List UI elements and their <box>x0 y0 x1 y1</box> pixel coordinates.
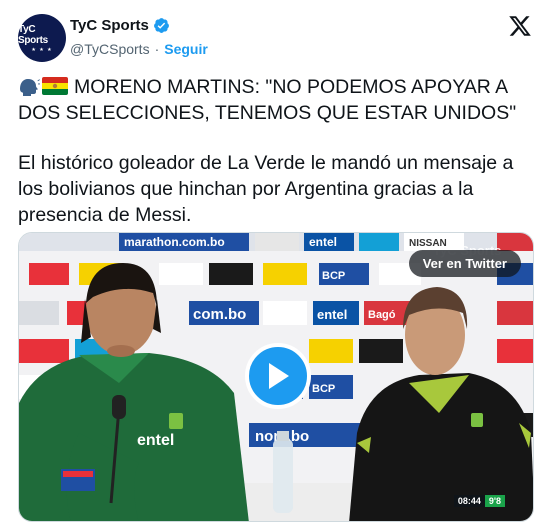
account-handle[interactable]: @TyCSports <box>70 41 150 57</box>
play-icon <box>269 363 289 389</box>
svg-text:entel: entel <box>137 432 174 449</box>
play-button[interactable] <box>245 343 311 409</box>
watch-on-twitter-button[interactable]: Ver en Twitter <box>408 250 521 277</box>
bottom-graphic <box>61 469 95 491</box>
account-name-row: TyC Sports <box>70 17 170 34</box>
x-logo-icon[interactable] <box>508 14 532 38</box>
avatar-stars: ★ ★ ★ <box>31 46 53 53</box>
match-score: 9'8 <box>484 495 505 507</box>
score-badge: 08:44 9'8 <box>453 495 505 507</box>
account-name[interactable]: TyC Sports <box>70 17 149 34</box>
post-headline: MORENO MARTINS: "NO PODEMOS APOYAR A DOS… <box>18 74 533 126</box>
post-body: El histórico goleador de La Verde le man… <box>18 152 514 226</box>
headline-text: MORENO MARTINS: "NO PODEMOS APOYAR A DOS… <box>18 76 517 124</box>
handle-row: @TyCSports · Seguir <box>70 41 208 57</box>
follow-button[interactable]: Seguir <box>164 41 208 57</box>
bolivia-flag-icon <box>42 77 68 95</box>
svg-text:Bagó: Bagó <box>368 309 396 321</box>
avatar-logo-text: TyC Sports <box>18 23 48 46</box>
video-player[interactable]: marathon.com.bo entel NISSAN BCP com.bo … <box>18 232 534 522</box>
svg-text:BCP: BCP <box>322 270 345 282</box>
svg-text:entel: entel <box>317 307 347 322</box>
svg-text:entel: entel <box>309 235 337 249</box>
tweet-card: TyC Sports ★ ★ ★ TyC Sports @TyCSports ·… <box>0 0 550 528</box>
verified-badge-icon <box>153 18 169 33</box>
svg-text:BCP: BCP <box>312 383 335 395</box>
match-clock: 08:44 <box>453 495 485 507</box>
svg-text:com.bo: com.bo <box>193 306 246 323</box>
water-bottle <box>273 431 293 513</box>
avatar[interactable]: TyC Sports ★ ★ ★ <box>18 14 66 62</box>
speaking-head-icon <box>20 79 40 96</box>
svg-text:marathon.com.bo: marathon.com.bo <box>124 235 225 249</box>
separator-dot: · <box>154 41 160 57</box>
